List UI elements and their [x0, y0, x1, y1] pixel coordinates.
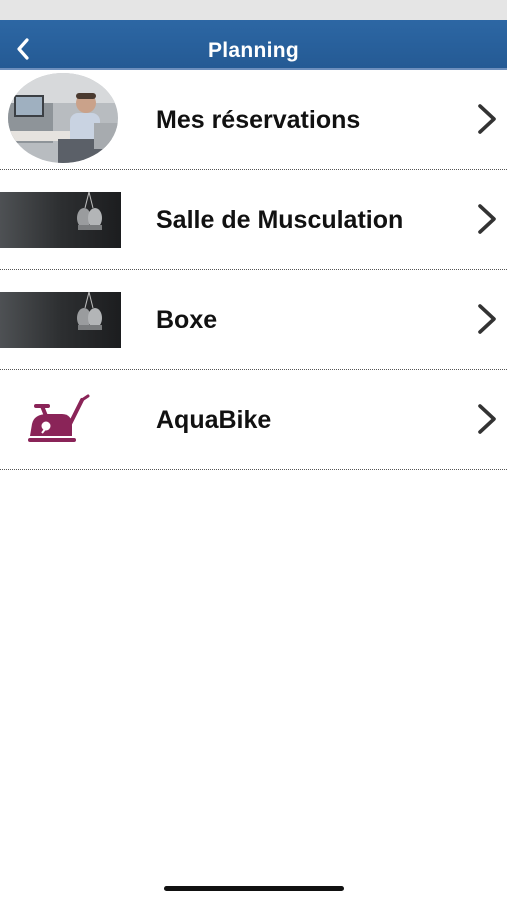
page-title: Planning — [207, 39, 300, 62]
menu-item-mes-reservations[interactable]: Mes réservations — [0, 70, 507, 170]
menu-item-label: Boxe — [156, 305, 218, 334]
office-person-photo — [8, 73, 118, 163]
chevron-right-icon — [478, 404, 496, 434]
boxing-gloves-photo — [0, 192, 121, 248]
status-bar — [0, 0, 507, 20]
chevron-right-icon — [478, 304, 496, 334]
menu-item-salle-de-musculation[interactable]: Salle de Musculation — [0, 170, 507, 270]
menu-item-label: Salle de Musculation — [156, 205, 404, 234]
navigation-bar: Planning — [0, 20, 507, 70]
boxing-gloves-photo — [0, 292, 121, 348]
exercise-bike-icon — [28, 394, 90, 442]
menu-item-aquabike[interactable]: AquaBike — [0, 370, 507, 470]
chevron-right-icon — [478, 204, 496, 234]
chevron-right-icon — [478, 104, 496, 134]
menu-item-label: Mes réservations — [156, 105, 361, 134]
menu-item-label: AquaBike — [156, 405, 272, 434]
menu-item-boxe[interactable]: Boxe — [0, 270, 507, 370]
menu-list: Mes réservations Salle de Musculation Bo… — [0, 70, 507, 470]
home-indicator[interactable] — [164, 886, 344, 891]
